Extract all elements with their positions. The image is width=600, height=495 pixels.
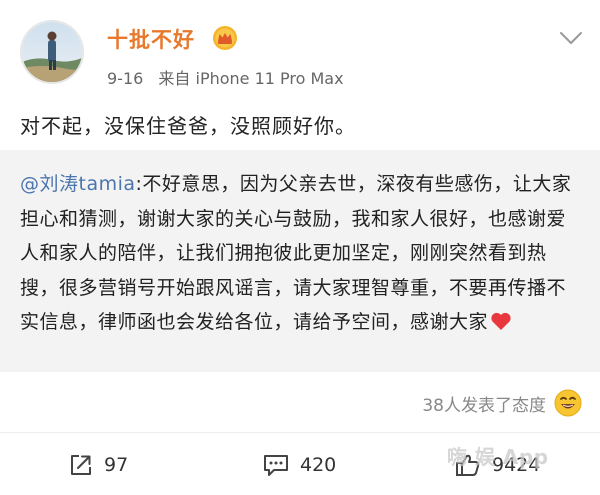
comment-button[interactable]: 420 [262,451,336,479]
avatar-image [22,22,82,82]
reactions-text: 38人发表了态度 [422,395,546,416]
post-text: 对不起，没保住爸爸，没照顾好你。 [20,114,356,138]
repost-button[interactable]: 97 [68,451,128,479]
mention-link[interactable]: @刘涛tamia [20,173,136,195]
reactions-summary[interactable]: 38人发表了态度 [422,388,582,418]
author-name[interactable]: 十批不好 [107,24,195,54]
post-source: 来自 iPhone 11 Pro Max [158,69,344,88]
post-date: 9-16 [107,69,144,88]
smile-emoji-icon [554,389,582,417]
repost-icon [71,455,91,475]
quoted-text-block: @刘涛tamia:不好意思，因为父亲去世，深夜有些感伤，让大家担心和猜测，谢谢大… [20,167,580,340]
quoted-post[interactable]: @刘涛tamia:不好意思，因为父亲去世，深夜有些感伤，让大家担心和猜测，谢谢大… [0,150,600,372]
comment-icon [264,455,288,476]
watermark: 嗨 娱 App [447,445,549,469]
avatar[interactable] [20,20,84,84]
heart-emoji-icon [491,312,511,330]
weibo-post: 十批不好 9-16 来自 iPhone 11 Pro Max 对不起，没保住爸爸… [0,0,600,495]
post-meta: 9-16 来自 iPhone 11 Pro Max [107,65,344,89]
crown-badge-icon[interactable] [212,25,238,51]
post-header: 十批不好 9-16 来自 iPhone 11 Pro Max [0,0,600,100]
chevron-down-icon[interactable] [558,28,584,48]
quoted-text: :不好意思，因为父亲去世，深夜有些感伤，让大家担心和猜测，谢谢大家的关心与鼓励，… [20,173,572,333]
comment-count: 420 [300,454,337,476]
repost-count: 97 [104,454,129,476]
